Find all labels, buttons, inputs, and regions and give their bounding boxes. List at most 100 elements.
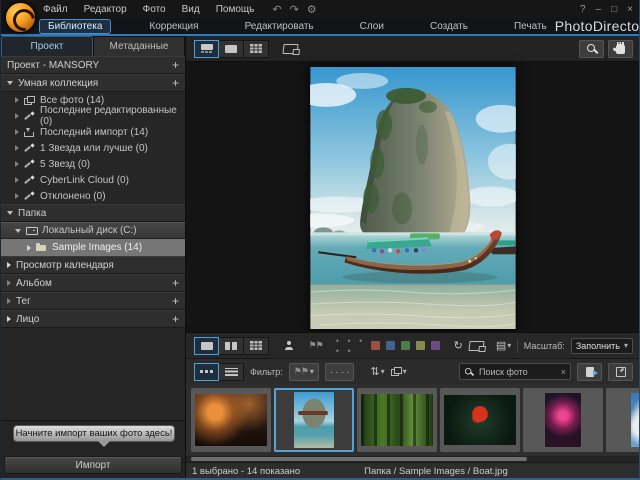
window-help-button[interactable]: ? xyxy=(580,4,586,15)
menu-view[interactable]: Вид xyxy=(182,4,200,15)
flag-icons: ⚑⚑ xyxy=(294,366,308,377)
expander-closed-icon[interactable] xyxy=(15,129,19,135)
expander-closed-icon[interactable] xyxy=(7,316,11,322)
flag-filter-button[interactable]: ⚑⚑ ▾ xyxy=(289,363,319,381)
window-close-button[interactable]: × xyxy=(627,4,633,15)
tree-item-rejected[interactable]: Отклонено (0) xyxy=(1,188,185,204)
single-view-button[interactable] xyxy=(194,337,219,355)
tree-item-five-stars[interactable]: 5 Звезд (0) xyxy=(1,156,185,172)
color-tag-yellow[interactable] xyxy=(416,341,425,350)
tab-edit[interactable]: Редактировать xyxy=(237,20,322,33)
tree-item-one-star[interactable]: 1 Звезда или лучше (0) xyxy=(1,140,185,156)
tag-section-header[interactable]: Тег + xyxy=(1,292,185,310)
star-rating-dots[interactable]: • • • • • xyxy=(336,336,366,356)
add-face-icon[interactable]: + xyxy=(172,314,179,324)
rotate-icon[interactable]: ↻ xyxy=(454,339,463,352)
stack-button[interactable]: ▾ xyxy=(391,367,407,376)
window-minimize-button[interactable]: – xyxy=(596,4,602,15)
rating-filter-button[interactable]: · · · · xyxy=(325,363,355,381)
add-project-icon[interactable]: + xyxy=(172,60,179,70)
open-external-button[interactable] xyxy=(608,363,633,381)
expander-closed-icon[interactable] xyxy=(15,193,19,199)
tree-item-label: CyberLink Cloud (0) xyxy=(40,175,129,186)
tab-metadata[interactable]: Метаданные xyxy=(93,36,185,56)
thumbnail-clouds[interactable] xyxy=(606,388,640,452)
color-tag-purple[interactable] xyxy=(431,341,440,350)
flag-icons[interactable]: ⚑⚑ xyxy=(309,340,323,351)
thumbnail-boat-selected[interactable] xyxy=(274,388,354,452)
expander-closed-icon[interactable] xyxy=(27,245,31,251)
add-album-icon[interactable]: + xyxy=(172,278,179,288)
export-button[interactable] xyxy=(577,363,602,381)
smart-collection-header[interactable]: Умная коллекция + xyxy=(1,74,185,92)
brand-title: PhotoDirector xyxy=(555,18,640,34)
menu-photo[interactable]: Фото xyxy=(143,4,166,15)
tab-project[interactable]: Проект xyxy=(1,36,93,56)
tree-item-recently-edited[interactable]: Последние редактированные (0) xyxy=(1,108,185,124)
expander-closed-icon[interactable] xyxy=(15,161,19,167)
main-photo[interactable] xyxy=(310,67,516,329)
folder-section-header[interactable]: Папка xyxy=(1,204,185,222)
zoom-level-dropdown[interactable]: Заполнить ▾ xyxy=(571,338,633,354)
face-section-header[interactable]: Лицо + xyxy=(1,310,185,328)
expander-closed-icon[interactable] xyxy=(15,145,19,151)
expander-closed-icon[interactable] xyxy=(7,298,11,304)
expander-closed-icon[interactable] xyxy=(7,262,11,268)
expander-closed-icon[interactable] xyxy=(7,280,11,286)
view-photo-filmstrip-button[interactable] xyxy=(194,40,219,58)
tree-item-sample-images[interactable]: Sample Images (14) xyxy=(1,239,185,256)
expander-open-icon[interactable] xyxy=(15,229,21,233)
color-tag-red[interactable] xyxy=(371,341,380,350)
sort-button[interactable]: ⇅ ▾ xyxy=(370,365,384,378)
settings-gear-icon[interactable]: ⚙ xyxy=(307,3,317,16)
compare-view-button[interactable] xyxy=(219,337,244,355)
undo-icon[interactable]: ↶ xyxy=(272,3,281,16)
tab-adjustment[interactable]: Коррекция xyxy=(141,20,206,33)
menu-editor[interactable]: Редактор xyxy=(84,4,127,15)
expander-closed-icon[interactable] xyxy=(15,177,19,183)
thumbnail-basketball[interactable] xyxy=(191,388,271,452)
window-maximize-button[interactable]: □ xyxy=(611,4,617,15)
tab-print[interactable]: Печать xyxy=(506,20,555,33)
expander-closed-icon[interactable] xyxy=(15,97,19,103)
scrollbar-thumb[interactable] xyxy=(191,457,527,461)
thumbnail-red-leaf[interactable] xyxy=(440,388,520,452)
grid-view-button[interactable] xyxy=(244,337,269,355)
color-tag-green[interactable] xyxy=(401,341,410,350)
add-smart-collection-icon[interactable]: + xyxy=(172,78,179,88)
redo-icon[interactable]: ↷ xyxy=(290,3,299,16)
expander-open-icon[interactable] xyxy=(7,81,13,85)
thumbnail-forest[interactable] xyxy=(357,388,437,452)
expander-open-icon[interactable] xyxy=(7,211,13,215)
photo-search-box[interactable]: × xyxy=(459,363,571,380)
add-tag-icon[interactable]: + xyxy=(172,296,179,306)
calendar-section-header[interactable]: Просмотр календаря xyxy=(1,256,185,274)
thumbnail-neon-shop[interactable] xyxy=(523,388,603,452)
menu-file[interactable]: Файл xyxy=(43,4,68,15)
list-view-button[interactable] xyxy=(219,363,244,381)
zoom-tool-button[interactable] xyxy=(579,40,604,58)
slideshow-icon[interactable] xyxy=(468,341,484,351)
tab-layers[interactable]: Слои xyxy=(352,20,392,33)
clear-search-icon[interactable]: × xyxy=(561,367,566,377)
project-header-row[interactable]: Проект - MANSORY + xyxy=(1,56,185,74)
face-tag-icon[interactable] xyxy=(284,341,294,350)
expander-closed-icon[interactable] xyxy=(15,113,19,119)
pan-tool-button[interactable] xyxy=(608,40,633,58)
tree-item-local-disk[interactable]: Локальный диск (C:) xyxy=(1,222,185,239)
tab-library[interactable]: Библиотека xyxy=(39,19,111,34)
view-grid-button[interactable] xyxy=(244,40,269,58)
import-button[interactable]: Импорт xyxy=(4,456,182,474)
small-thumbnails-button[interactable] xyxy=(194,363,219,381)
import-tray-icon xyxy=(24,128,35,137)
tab-create[interactable]: Создать xyxy=(422,20,476,33)
secondary-display-icon[interactable] xyxy=(282,44,298,54)
menu-help[interactable]: Помощь xyxy=(216,4,255,15)
color-tag-blue[interactable] xyxy=(386,341,395,350)
search-input[interactable] xyxy=(477,366,558,378)
view-photo-only-button[interactable] xyxy=(219,40,244,58)
album-section-header[interactable]: Альбом + xyxy=(1,274,185,292)
tree-item-cyberlink-cloud[interactable]: CyberLink Cloud (0) xyxy=(1,172,185,188)
zoom-level-value: Заполнить xyxy=(576,341,620,351)
thumbnail-options-button[interactable]: ▤ ▾ xyxy=(496,339,511,352)
